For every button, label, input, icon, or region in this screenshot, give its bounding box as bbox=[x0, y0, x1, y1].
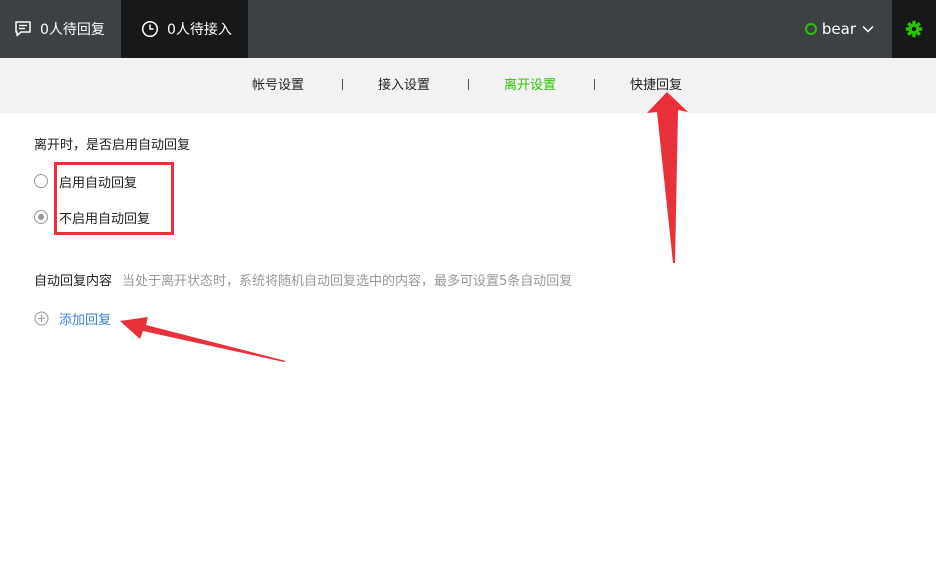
leave-auto-reply-question: 离开时，是否启用自动回复 bbox=[34, 138, 191, 153]
gear-icon bbox=[905, 20, 923, 38]
plus-circle-icon bbox=[34, 311, 49, 325]
tab-quick-replies[interactable]: 快捷回复 bbox=[630, 58, 682, 113]
tab-separator bbox=[342, 79, 343, 90]
top-bar: 0人待回复 0人待接入 bear bbox=[0, 0, 936, 58]
add-reply-button[interactable]: 添加回复 bbox=[34, 308, 111, 328]
tab-leave-settings[interactable]: 离开设置 bbox=[504, 58, 556, 113]
auto-reply-content-label: 自动回复内容 bbox=[34, 274, 113, 289]
waiting-access-tab[interactable]: 0人待接入 bbox=[121, 0, 248, 58]
arrow-to-quick-reply-tab bbox=[647, 92, 688, 263]
online-status-icon bbox=[804, 23, 817, 35]
auto-reply-content-row: 自动回复内容 当处于离开状态时，系统将随机自动回复选中的内容，最多可设置5条自动… bbox=[34, 270, 572, 289]
pending-replies-tab[interactable]: 0人待回复 bbox=[0, 0, 121, 58]
radio-button-checked[interactable] bbox=[34, 210, 48, 224]
tab-separator bbox=[468, 79, 469, 90]
waiting-access-label: 0人待接入 bbox=[167, 22, 232, 38]
auto-reply-hint: 当处于离开状态时，系统将随机自动回复选中的内容，最多可设置5条自动回复 bbox=[122, 274, 573, 289]
radio-button[interactable] bbox=[34, 174, 48, 188]
tab-access-settings[interactable]: 接入设置 bbox=[378, 58, 430, 113]
annotation-highlight-box bbox=[54, 162, 174, 235]
tab-separator bbox=[594, 79, 595, 90]
add-reply-label: 添加回复 bbox=[59, 312, 112, 328]
tab-account-settings[interactable]: 帐号设置 bbox=[252, 58, 304, 113]
chat-bubble-icon bbox=[15, 21, 31, 37]
chevron-down-icon bbox=[862, 25, 874, 33]
user-menu[interactable]: bear bbox=[804, 0, 874, 58]
clock-icon bbox=[141, 20, 159, 38]
arrow-to-add-reply bbox=[120, 317, 286, 362]
settings-button[interactable] bbox=[892, 0, 936, 58]
settings-tabs: 帐号设置 接入设置 离开设置 快捷回复 bbox=[0, 58, 936, 113]
pending-replies-label: 0人待回复 bbox=[40, 22, 105, 38]
username: bear bbox=[821, 20, 856, 38]
